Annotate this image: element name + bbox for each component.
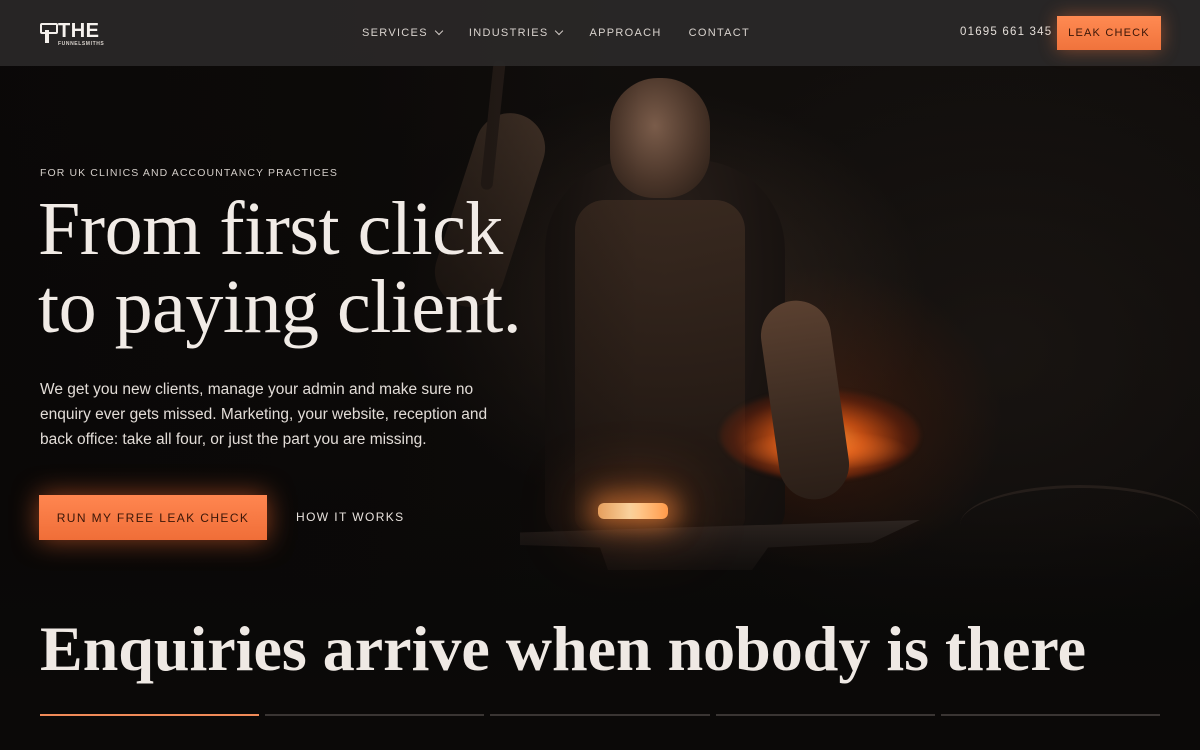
logo-main-text: THE xyxy=(58,20,100,42)
nav-item-industries[interactable]: INDUSTRIES xyxy=(468,26,564,39)
logo-sub-text: FUNNELSMITHS xyxy=(58,41,105,47)
hero-headline: From first click to paying client. xyxy=(38,190,658,346)
how-it-works-link[interactable]: HOW IT WORKS xyxy=(296,510,405,524)
progress-segment-1[interactable] xyxy=(40,714,260,716)
nav-item-services[interactable]: SERVICES xyxy=(362,26,444,39)
primary-nav: SERVICES INDUSTRIES APPROACH CONTACT xyxy=(362,0,750,66)
phone-link[interactable]: 01695 661 345 xyxy=(960,26,1052,38)
site-header: THE FUNNELSMITHS SERVICES INDUSTRIES APP… xyxy=(0,0,1200,66)
anvil-logo-icon xyxy=(40,21,58,43)
progress-segment-4[interactable] xyxy=(715,714,935,716)
nav-item-label: APPROACH xyxy=(589,27,662,39)
chevron-down-icon xyxy=(434,26,444,36)
section-title: Enquiries arrive when nobody is there xyxy=(40,613,1086,684)
progress-segment-3[interactable] xyxy=(490,714,710,716)
nav-item-label: INDUSTRIES xyxy=(468,27,549,39)
site-logo[interactable]: THE FUNNELSMITHS xyxy=(40,21,104,47)
hero-headline-line-2: to paying client. xyxy=(38,265,522,349)
nav-item-label: CONTACT xyxy=(688,27,751,39)
run-free-leak-check-button[interactable]: RUN MY FREE LEAK CHECK xyxy=(39,495,267,540)
logo-wordmark: THE FUNNELSMITHS xyxy=(58,21,104,47)
hero-eyebrow: FOR UK CLINICS AND ACCOUNTANCY PRACTICES xyxy=(40,167,338,179)
nav-item-label: SERVICES xyxy=(362,27,428,39)
hero-headline-line-1: From first click xyxy=(38,187,503,271)
leak-check-button[interactable]: LEAK CHECK xyxy=(1057,16,1161,50)
progress-segment-2[interactable] xyxy=(265,714,485,716)
progress-segment-fill xyxy=(40,714,260,716)
hero-subcopy: We get you new clients, manage your admi… xyxy=(40,381,488,448)
slide-progress-bar xyxy=(40,714,1161,717)
nav-item-contact[interactable]: CONTACT xyxy=(689,27,750,39)
nav-item-approach[interactable]: APPROACH xyxy=(589,27,661,39)
chevron-down-icon xyxy=(555,26,564,36)
progress-segment-5[interactable] xyxy=(940,714,1161,716)
